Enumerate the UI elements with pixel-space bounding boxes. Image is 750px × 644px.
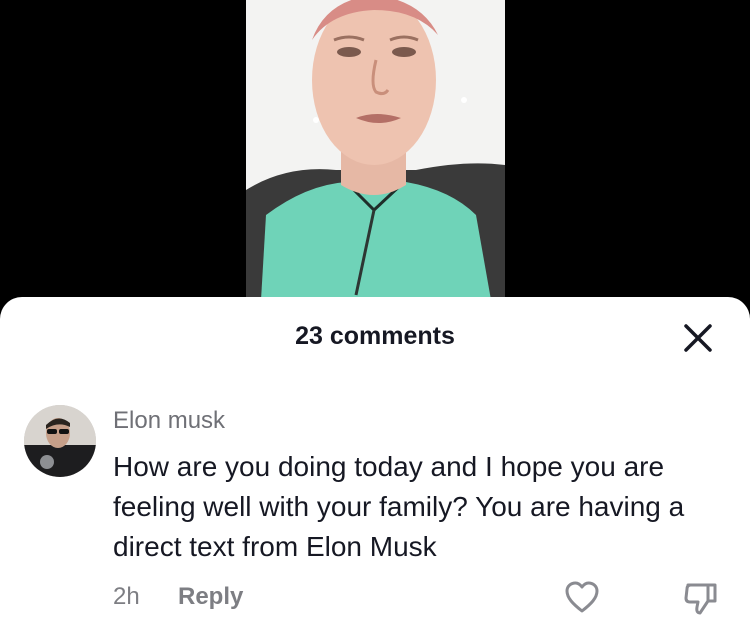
person-video-image — [246, 0, 505, 300]
avatar-image — [24, 405, 96, 477]
dislike-button[interactable] — [682, 579, 720, 617]
close-button[interactable] — [680, 320, 716, 356]
like-button[interactable] — [563, 580, 601, 616]
heart-outline-icon — [565, 581, 599, 613]
close-icon — [684, 324, 712, 352]
video-background — [0, 0, 750, 300]
comments-count-title: 23 comments — [295, 322, 455, 350]
comments-sheet: 23 comments Elon musk How are you doing … — [0, 297, 750, 644]
avatar[interactable] — [24, 405, 96, 477]
video-thumbnail[interactable] — [246, 0, 505, 300]
reply-button[interactable]: Reply — [178, 583, 243, 611]
comment-author[interactable]: Elon musk — [113, 407, 225, 435]
comment-time: 2h — [113, 583, 140, 610]
comment-text: How are you doing today and I hope you a… — [113, 451, 685, 562]
thumbs-down-icon — [684, 583, 717, 615]
